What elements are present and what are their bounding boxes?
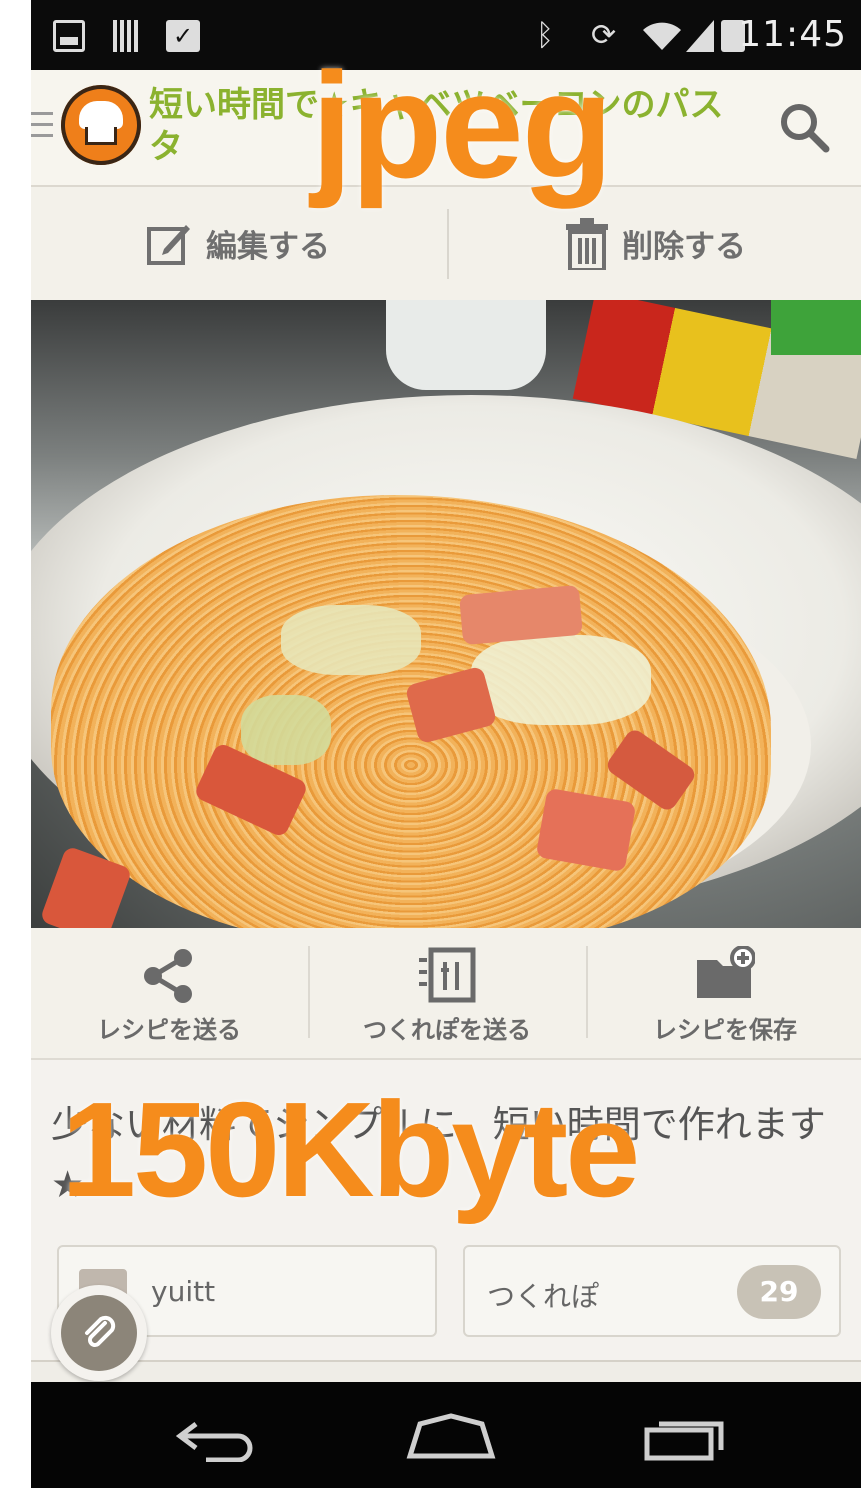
clock: 11:45 bbox=[738, 14, 847, 55]
share-bar: レシピを送る つくれぽを送る レシピを保存 bbox=[31, 928, 861, 1060]
photo-cabbage bbox=[471, 635, 651, 725]
back-icon[interactable] bbox=[176, 1412, 266, 1462]
format-overlay-label: jpeg bbox=[311, 41, 613, 209]
tsukurepo-label: つくれぽ bbox=[487, 1280, 600, 1313]
recipe-photo[interactable] bbox=[31, 300, 861, 928]
save-recipe-button[interactable]: レシピを保存 bbox=[587, 928, 861, 1058]
image-icon bbox=[53, 20, 85, 52]
cookpad-logo[interactable] bbox=[61, 85, 141, 165]
folder-add-icon bbox=[697, 946, 755, 998]
search-icon[interactable] bbox=[777, 100, 831, 154]
tsukurepo-count-badge: 29 bbox=[737, 1265, 821, 1319]
send-recipe-label: レシピを送る bbox=[97, 1016, 241, 1044]
send-tsukurepo-label: つくれぽを送る bbox=[363, 1016, 531, 1044]
edit-button[interactable]: 編集する bbox=[146, 187, 330, 300]
size-overlay-label: 150Kbyte bbox=[61, 1074, 640, 1225]
phone-screen: ᛒ ⟳ 11:45 短い時間で★キャベツベーコンのパスタ 編集する bbox=[31, 0, 861, 1488]
left-margin bbox=[0, 0, 31, 1488]
delete-label: 削除する bbox=[622, 229, 746, 265]
photo-bacon bbox=[535, 787, 637, 873]
home-icon[interactable] bbox=[406, 1412, 496, 1462]
photo-cabbage bbox=[281, 605, 421, 675]
share-icon bbox=[144, 949, 192, 1003]
photo-green-object bbox=[771, 300, 861, 355]
clip-fab-inner bbox=[61, 1295, 137, 1371]
wifi-icon bbox=[643, 22, 681, 50]
send-recipe-button[interactable]: レシピを送る bbox=[31, 928, 307, 1058]
author-name: yuitt bbox=[151, 1275, 216, 1308]
barcode-icon bbox=[113, 20, 141, 52]
send-tsukurepo-button[interactable]: つくれぽを送る bbox=[309, 928, 585, 1058]
navigation-bar bbox=[31, 1382, 861, 1488]
recent-apps-icon[interactable] bbox=[641, 1412, 731, 1462]
signal-icon bbox=[686, 20, 714, 52]
edit-icon bbox=[147, 224, 190, 265]
trash-icon bbox=[566, 217, 608, 270]
photo-plate bbox=[31, 395, 861, 928]
action-divider bbox=[447, 209, 449, 279]
photo-bacon bbox=[404, 665, 498, 745]
edit-label: 編集する bbox=[206, 229, 330, 265]
photo-cup bbox=[386, 300, 546, 390]
photo-bacon bbox=[39, 845, 133, 928]
photo-cabbage bbox=[241, 695, 331, 765]
photo-bacon bbox=[459, 584, 583, 646]
hamburger-icon[interactable] bbox=[31, 112, 53, 138]
tsukurepo-card[interactable]: つくれぽ 29 bbox=[463, 1245, 841, 1337]
clipboard-check-icon bbox=[166, 20, 200, 52]
paperclip-icon bbox=[85, 1315, 116, 1347]
content-bottom-edge bbox=[31, 1360, 861, 1384]
chef-hat-band bbox=[85, 127, 117, 145]
tsukurepo-icon bbox=[419, 947, 476, 1003]
clip-fab-button[interactable] bbox=[51, 1285, 147, 1381]
chef-hat-icon bbox=[79, 101, 123, 129]
save-recipe-label: レシピを保存 bbox=[653, 1016, 797, 1044]
photo-pasta bbox=[39, 495, 771, 928]
